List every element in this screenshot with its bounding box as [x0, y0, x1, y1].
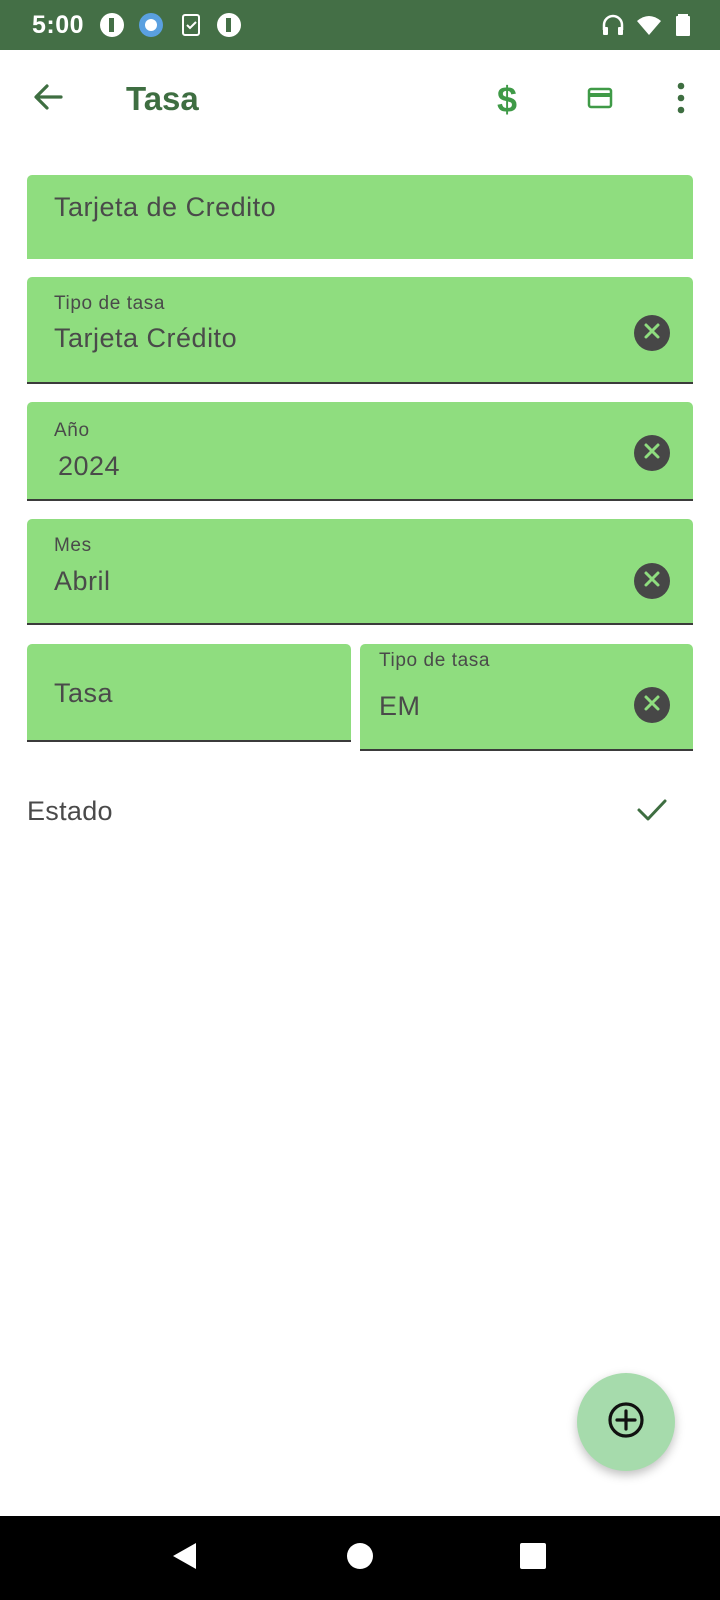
estado-label: Estado — [27, 796, 113, 826]
recents-square-icon — [519, 1542, 547, 1575]
tipo-tasa-value: Tarjeta Crédito — [54, 323, 238, 353]
tipo-tasa-periodo-label: Tipo de tasa — [379, 650, 491, 671]
notification-clipboard-icon — [178, 12, 204, 38]
check-icon — [636, 799, 668, 828]
mes-value: Abril — [54, 566, 111, 596]
nav-home-button[interactable] — [340, 1538, 380, 1578]
arrow-left-icon — [31, 80, 65, 119]
app-bar: Tasa $ — [0, 50, 720, 150]
clear-tipo-tasa-periodo-button[interactable] — [634, 687, 670, 723]
tipo-tasa-field[interactable]: Tipo de tasa Tarjeta Crédito — [27, 277, 693, 384]
nav-recents-button[interactable] — [513, 1538, 553, 1578]
add-button[interactable] — [577, 1373, 675, 1471]
system-nav-bar — [0, 1516, 720, 1600]
battery-icon — [670, 12, 696, 38]
anio-value: 2024 — [58, 451, 121, 481]
wifi-icon — [636, 12, 662, 38]
anio-label: Año — [54, 420, 90, 441]
status-bar: 5:00 — [0, 0, 720, 50]
tasa-input[interactable]: Tasa — [27, 644, 351, 742]
tipo-tasa-periodo-field[interactable]: Tipo de tasa EM — [360, 644, 693, 751]
tipo-tasa-periodo-value: EM — [379, 691, 421, 721]
more-options-button[interactable] — [655, 74, 707, 126]
dollar-icon: $ — [496, 79, 518, 120]
back-button[interactable] — [24, 75, 72, 123]
currency-button[interactable]: $ — [481, 74, 533, 126]
add-circle-icon — [606, 1400, 646, 1445]
clear-anio-button[interactable] — [634, 435, 670, 471]
anio-field[interactable]: Año 2024 — [27, 402, 693, 501]
more-vert-icon — [675, 82, 687, 119]
close-icon — [643, 694, 661, 717]
tipo-tasa-label: Tipo de tasa — [54, 293, 166, 314]
product-name-field[interactable]: Tarjeta de Credito — [27, 175, 693, 259]
card-button[interactable] — [574, 74, 626, 126]
close-icon — [643, 322, 661, 345]
headphones-icon — [600, 12, 626, 38]
page-title: Tasa — [126, 80, 199, 117]
close-icon — [643, 442, 661, 465]
clear-tipo-tasa-button[interactable] — [634, 315, 670, 351]
home-circle-icon — [346, 1542, 374, 1575]
mes-field[interactable]: Mes Abril — [27, 519, 693, 625]
clear-mes-button[interactable] — [634, 563, 670, 599]
back-triangle-icon — [170, 1541, 200, 1576]
notification-app-icon — [99, 12, 125, 38]
credit-card-icon — [587, 87, 613, 114]
status-time: 5:00 — [32, 11, 85, 39]
tasa-placeholder: Tasa — [54, 678, 114, 708]
notification-globe-icon — [138, 12, 164, 38]
nav-back-button[interactable] — [165, 1538, 205, 1578]
mes-label: Mes — [54, 535, 92, 556]
notification-app-icon — [216, 12, 242, 38]
product-name-value: Tarjeta de Credito — [54, 192, 277, 222]
close-icon — [643, 570, 661, 593]
estado-checkbox[interactable] — [636, 796, 670, 830]
